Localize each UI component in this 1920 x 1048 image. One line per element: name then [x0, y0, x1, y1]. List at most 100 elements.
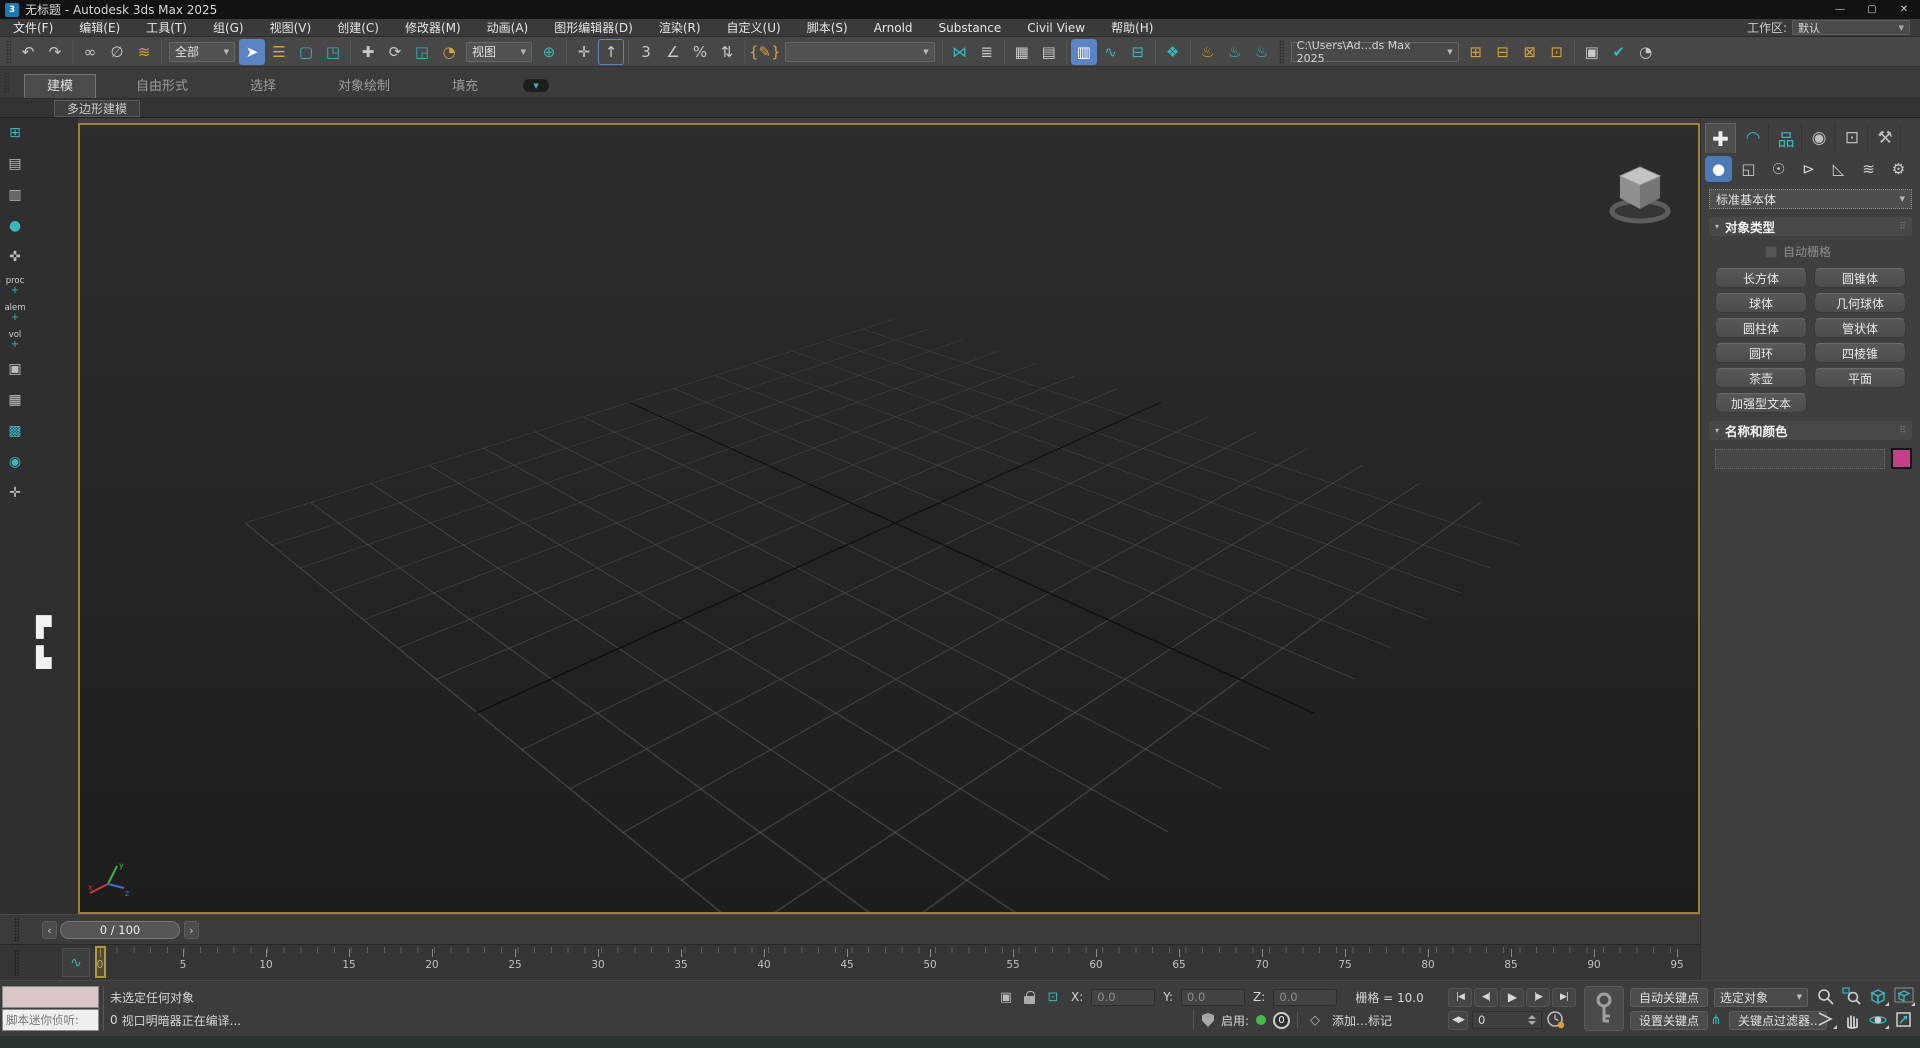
maximize-button[interactable]: ▢ — [1856, 0, 1888, 19]
track-bar[interactable]: ∿ 05101520253035404550556065707580859095… — [0, 944, 1700, 980]
snaps-toggle-icon[interactable]: 3 — [633, 39, 659, 65]
dock-tool-icon[interactable]: ✛ — [4, 482, 26, 504]
edit-named-selection-sets-icon[interactable]: {✎} — [749, 39, 781, 65]
next-frame-arrow[interactable]: › — [184, 921, 199, 939]
menu-item[interactable]: Substance — [926, 19, 1015, 37]
next-frame-button[interactable]: |▶ — [1526, 988, 1550, 1007]
close-button[interactable]: ✕ — [1888, 0, 1920, 19]
tab-modify[interactable]: ◠ — [1738, 123, 1769, 153]
dock-pin-icon[interactable]: ✜ — [4, 246, 26, 268]
select-and-rotate-icon[interactable]: ⟳ — [382, 39, 408, 65]
autogrid-checkbox[interactable] — [1765, 246, 1777, 258]
key-mode-toggle[interactable]: ◀▶ — [1448, 1011, 1468, 1030]
mini-curve-editor-button[interactable]: ∿ — [62, 948, 90, 977]
y-coordinate-field[interactable]: 0.0 — [1181, 989, 1245, 1006]
dock-window-icon[interactable]: ⊞ — [4, 122, 26, 144]
menu-item[interactable]: Civil View — [1014, 19, 1098, 37]
menu-item[interactable]: 视图(V) — [257, 19, 325, 37]
primitive-button[interactable]: 圆锥体 — [1814, 268, 1906, 288]
redo-icon[interactable]: ↷ — [42, 39, 68, 65]
tab-motion[interactable]: ◉ — [1804, 123, 1835, 153]
set-key-button[interactable]: 设置关键点 — [1630, 1011, 1708, 1030]
ribbon-tab[interactable]: 自由形式 — [114, 75, 210, 98]
spinner-snap-icon[interactable]: ⇅ — [714, 39, 740, 65]
view-cube[interactable] — [1598, 151, 1682, 235]
dock-sphere-icon[interactable]: ● — [4, 215, 26, 237]
mirror-icon[interactable]: ⋈ — [947, 39, 973, 65]
schematic-view-icon[interactable]: ⊟ — [1125, 39, 1151, 65]
menu-item[interactable]: 创建(C) — [324, 19, 392, 37]
play-button[interactable]: ▶ — [1500, 988, 1524, 1007]
menu-item[interactable]: 工具(T) — [133, 19, 200, 37]
go-to-end-button[interactable]: ▶| — [1552, 988, 1576, 1007]
primitive-button[interactable]: 几何球体 — [1814, 293, 1906, 313]
dock-flyout-icon-2[interactable]: ▙ — [36, 646, 51, 668]
keyboard-shortcut-override-icon[interactable]: ↑ — [598, 39, 624, 65]
maxscript-mini-listener-pink[interactable] — [2, 986, 99, 1008]
dock-document-icon-2[interactable]: ▥ — [4, 184, 26, 206]
isolate-selection-icon[interactable]: ▣ — [996, 988, 1016, 1006]
previous-frame-arrow[interactable]: ‹ — [42, 921, 57, 939]
tab-display[interactable]: ⊡ — [1837, 123, 1868, 153]
layer-explorer-toggle-icon[interactable]: ▤ — [1036, 39, 1062, 65]
z-coordinate-field[interactable]: 0.0 — [1273, 989, 1337, 1006]
time-slider-grip[interactable] — [14, 918, 19, 942]
zoom-all-icon[interactable] — [1840, 987, 1864, 1007]
primitive-button[interactable]: 四棱锥 — [1814, 343, 1906, 363]
select-and-manipulate-icon[interactable]: ✛ — [571, 39, 597, 65]
dock-document-icon-1[interactable]: ▤ — [4, 153, 26, 175]
track-bar-grip[interactable] — [14, 950, 19, 976]
menu-item[interactable]: 图形编辑器(D) — [541, 19, 646, 37]
zoom-extents-icon[interactable] — [1866, 987, 1890, 1007]
pan-hand-icon[interactable] — [1840, 1010, 1864, 1030]
select-and-scale-icon[interactable]: ◲ — [409, 39, 435, 65]
menu-item[interactable]: 帮助(H) — [1098, 19, 1166, 37]
previous-frame-button[interactable]: ◀| — [1474, 988, 1498, 1007]
menu-item[interactable]: 渲染(R) — [646, 19, 714, 37]
save-file-icon[interactable]: ▣ — [1579, 39, 1605, 65]
primitive-button[interactable]: 圆柱体 — [1715, 318, 1807, 338]
current-frame-marker[interactable] — [95, 946, 106, 978]
selection-filter-dropdown[interactable]: 全部▼ — [169, 42, 235, 62]
x-coordinate-field[interactable]: 0.0 — [1091, 989, 1155, 1006]
ribbon-toggle-icon[interactable]: ▥ — [1071, 39, 1097, 65]
ribbon-tab[interactable]: 对象绘制 — [316, 75, 412, 98]
object-color-swatch[interactable] — [1891, 448, 1912, 469]
container-icon-3[interactable]: ⊠ — [1517, 39, 1543, 65]
history-clock-icon[interactable]: ◔ — [1633, 39, 1659, 65]
category-space-warps-icon[interactable]: ≋ — [1855, 156, 1882, 182]
window-crossing-icon[interactable]: ◳ — [320, 39, 346, 65]
dock-flyout-icon-1[interactable]: ▛ — [36, 616, 51, 638]
shield-icon[interactable] — [1202, 1013, 1214, 1027]
check-circle-icon[interactable]: ✔ — [1606, 39, 1632, 65]
minimize-button[interactable]: — — [1824, 0, 1856, 19]
container-icon-2[interactable]: ⊟ — [1490, 39, 1516, 65]
named-selection-dropdown[interactable]: ▼ — [785, 42, 935, 62]
key-filters-button[interactable]: 关键点过滤器.. — [1729, 1011, 1827, 1030]
undo-icon[interactable]: ↶ — [15, 39, 41, 65]
align-icon[interactable]: ≣ — [974, 39, 1000, 65]
time-slider-handle[interactable]: 0 / 100 — [60, 921, 180, 939]
render-production-icon[interactable]: ♨ — [1249, 39, 1275, 65]
zoom-icon[interactable] — [1814, 987, 1838, 1007]
percent-snap-icon[interactable]: % — [687, 39, 713, 65]
go-to-start-button[interactable]: |◀ — [1448, 988, 1472, 1007]
scene-explorer-toggle-icon[interactable]: ▦ — [1009, 39, 1035, 65]
dock-item-vol[interactable]: vol+ — [9, 331, 22, 349]
object-name-field[interactable] — [1715, 449, 1885, 469]
dock-ball-icon[interactable]: ◉ — [4, 451, 26, 473]
reference-coordinate-dropdown[interactable]: 视图▼ — [466, 42, 532, 62]
zoom-extents-all-icon[interactable] — [1892, 987, 1916, 1007]
project-folder-dropdown[interactable]: C:\Users\Ad…ds Max 2025▼ — [1291, 42, 1459, 62]
category-systems-icon[interactable]: ⚙ — [1885, 156, 1912, 182]
menu-item[interactable]: 自定义(U) — [714, 19, 794, 37]
maxscript-mini-listener-white[interactable]: 脚本迷你侦听: — [2, 1009, 99, 1031]
menu-item[interactable]: 修改器(M) — [392, 19, 474, 37]
transform-type-in-icon[interactable]: ⊡ — [1043, 988, 1063, 1006]
select-and-place-icon[interactable]: ◔ — [436, 39, 462, 65]
object-category-dropdown[interactable]: 标准基本体 ▼ — [1709, 189, 1912, 209]
select-and-link-icon[interactable]: ∞ — [77, 39, 103, 65]
select-by-name-icon[interactable]: ☰ — [266, 39, 292, 65]
container-icon-4[interactable]: ⊡ — [1544, 39, 1570, 65]
primitive-button[interactable]: 圆环 — [1715, 343, 1807, 363]
